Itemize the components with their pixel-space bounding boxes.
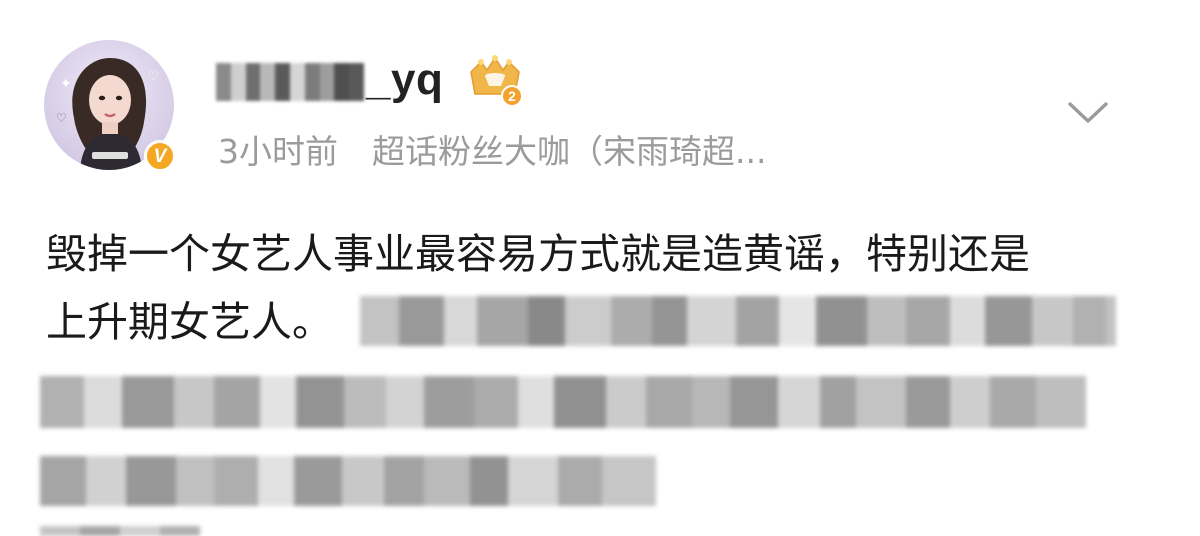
censored-text-block	[360, 296, 1117, 346]
svg-text:♡: ♡	[56, 111, 67, 125]
censored-text-block	[40, 526, 200, 536]
username[interactable]: _yq	[366, 55, 443, 105]
svg-text:✦: ✦	[60, 76, 72, 92]
svg-text:♡: ♡	[148, 69, 159, 83]
post-time: 3小时前	[218, 132, 338, 171]
verified-icon: V	[144, 140, 176, 172]
chevron-down-icon	[1068, 102, 1108, 123]
post-source[interactable]: 超话粉丝大咖（宋雨琦超...	[372, 125, 766, 173]
censored-text-block	[40, 376, 1116, 428]
avatar-container[interactable]: ✦ ♡ ♡ V	[44, 40, 178, 174]
username-row[interactable]: _yq 2	[216, 50, 525, 110]
post-text-line: 毁掉一个女艺人事业最容易方式就是造黄谣，特别还是	[46, 230, 1030, 278]
weibo-post-card: ✦ ♡ ♡ V _yq 2 3小时前 超话粉丝大咖（宋雨琦超... 毁掉一个女艺…	[0, 0, 1200, 536]
censored-text-block	[40, 456, 696, 506]
crown-member-icon[interactable]: 2	[465, 54, 525, 108]
verified-glyph: V	[153, 145, 167, 167]
post-meta: 3小时前 超话粉丝大咖（宋雨琦超...	[218, 126, 766, 172]
member-level: 2	[508, 88, 516, 104]
more-options-button[interactable]	[1060, 90, 1116, 136]
username-censored	[216, 63, 364, 101]
